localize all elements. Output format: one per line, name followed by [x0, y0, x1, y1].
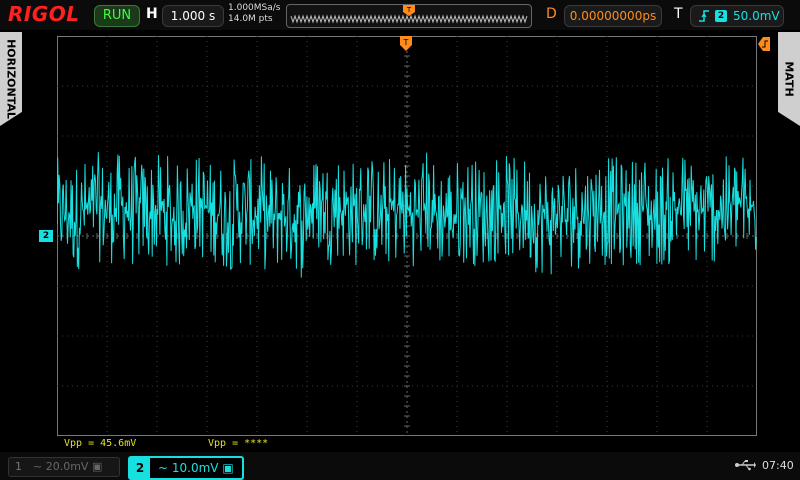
channel-1-number: 1 — [15, 460, 22, 473]
trigger-level-value: 50.0mV — [733, 9, 780, 23]
channel-1-button[interactable]: 1 ~ 20.0mV ▣ — [8, 457, 120, 477]
acquisition-info: 1.000MSa/s 14.0M pts — [228, 3, 280, 25]
run-status-button[interactable]: RUN — [94, 5, 140, 27]
svg-text:T: T — [406, 6, 412, 14]
channel-2-scale: 10.0mV — [171, 461, 219, 475]
channel-2-number: 2 — [130, 458, 150, 478]
trigger-position-icon[interactable]: T — [400, 36, 412, 56]
channel-1-scale: 20.0mV — [45, 460, 89, 473]
timebase-value[interactable]: 1.000 s — [162, 5, 224, 27]
ac-coupling-icon: ~ — [33, 460, 43, 473]
brand-logo: RIGOL — [8, 2, 80, 26]
delay-value[interactable]: 0.00000000ps — [564, 5, 662, 27]
bottom-channel-bar — [0, 452, 800, 480]
usb-icon — [734, 458, 756, 476]
channel-1-settings: ~ 20.0mV ▣ — [33, 458, 102, 476]
channel-2-offset-marker[interactable]: 2 — [39, 230, 53, 242]
measurement-vpp-2: Vpp = **** — [208, 438, 269, 449]
memory-depth: 14.0M pts — [228, 14, 273, 24]
memory-overview-waveform: T — [290, 5, 528, 24]
math-tab-label: MATH — [782, 61, 796, 97]
horizontal-tab-label: HORIZONTAL — [4, 39, 18, 119]
horizontal-menu-tab[interactable]: HORIZONTAL — [0, 32, 22, 126]
trigger-level-icon[interactable] — [758, 36, 770, 55]
memory-overview-bar[interactable]: T — [286, 4, 532, 28]
channel-2-button[interactable]: 2 ~ 10.0mV ▣ — [128, 456, 244, 480]
sample-rate: 1.000MSa/s — [228, 3, 281, 13]
trigger-source-badge: 2 — [715, 10, 727, 22]
horizontal-label: H — [146, 6, 158, 22]
trigger-label: T — [674, 6, 683, 22]
ac-coupling-icon: ~ — [158, 461, 169, 475]
rising-edge-icon — [697, 6, 711, 32]
math-menu-tab[interactable]: MATH — [778, 32, 800, 126]
measurement-vpp-1: Vpp = 45.6mV — [64, 438, 137, 449]
channel-2-settings: ~ 10.0mV ▣ — [158, 458, 234, 478]
delay-label: D — [546, 6, 557, 22]
bandwidth-limit-icon: ▣ — [222, 461, 234, 475]
bandwidth-limit-icon: ▣ — [91, 460, 103, 473]
waveform-display[interactable] — [57, 36, 757, 436]
trigger-settings[interactable]: 2 50.0mV — [690, 5, 784, 27]
svg-text:T: T — [403, 38, 409, 47]
clock: 07:40 — [762, 459, 794, 472]
